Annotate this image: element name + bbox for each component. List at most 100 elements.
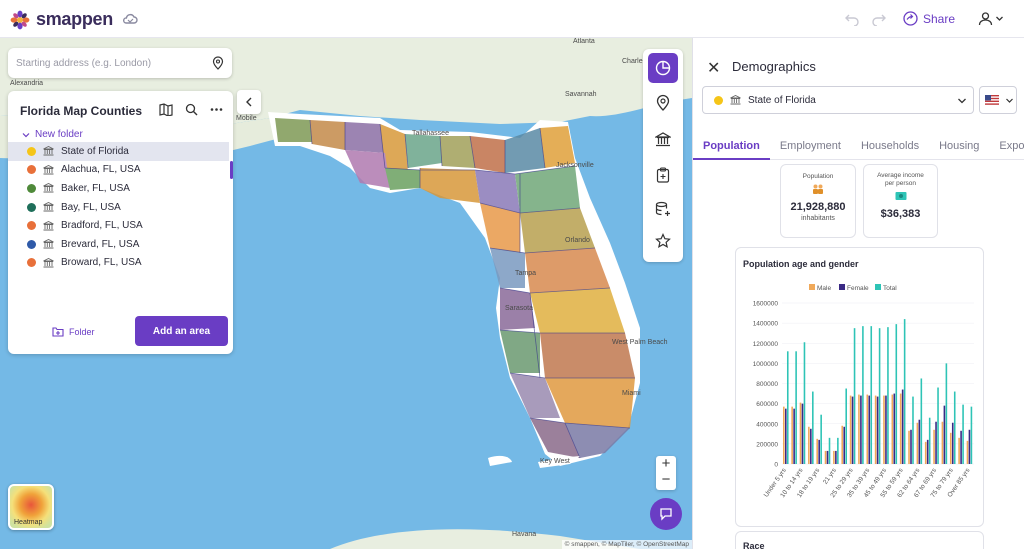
add-area-button[interactable]: Add an area [135,316,228,346]
redo-icon[interactable] [872,12,886,26]
y-tick-label: 400000 [756,421,778,428]
share-icon [903,11,918,26]
us-flag-icon [985,95,999,105]
project-title[interactable]: Florida Map Counties [20,104,142,118]
country-select[interactable] [979,86,1017,114]
report-tool[interactable] [648,160,678,190]
building-icon [43,183,54,193]
favorites-tool[interactable] [648,226,678,256]
y-tick-label: 600000 [756,401,778,408]
area-list-item[interactable]: Bay, FL, USA [8,198,229,217]
zoom-out-button[interactable]: − [656,472,676,488]
area-label: Brevard, FL, USA [61,238,140,250]
bar-total [945,363,948,464]
share-button[interactable]: Share [903,11,955,26]
area-list: State of Florida Alachua, FL, USA Baker, F… [8,142,229,272]
address-search[interactable] [8,48,232,78]
bar-male [949,432,952,464]
undo-icon[interactable] [845,12,859,26]
folder-button-label: Folder [69,326,95,337]
building-icon [43,146,54,156]
tab-export[interactable]: Export [989,138,1024,160]
map-label-sarasota: Sarasota [505,305,534,312]
bar-male [858,394,860,464]
folder-plus-icon [52,327,64,337]
chat-button[interactable] [650,498,682,530]
folder-row[interactable]: New folder [22,129,83,140]
bar-female [968,429,971,464]
area-color-dot[interactable] [27,258,36,268]
map-view[interactable]: Alexandria Atlanta Tallahassee Charlesto… [0,38,692,549]
bar-male [941,421,944,464]
share-label: Share [923,11,956,26]
legend-label: Male [817,285,831,292]
area-color-dot[interactable] [27,239,36,249]
zoom-in-button[interactable]: + [656,456,676,472]
logo-icon [10,10,30,29]
search-icon[interactable] [185,103,198,116]
map-icon[interactable] [159,103,173,116]
location-pin-icon[interactable] [212,56,224,70]
search-input[interactable] [16,57,206,69]
bar-total [803,342,806,464]
area-color-dot[interactable] [27,202,36,212]
map-attribution: © smappen, © MapTiler, © OpenStreetMap [561,540,692,549]
add-folder-button[interactable]: Folder [52,326,95,337]
map-label-tampa: Tampa [515,270,537,277]
bar-male [916,422,919,464]
institutions-tool[interactable] [648,124,678,154]
close-icon[interactable]: ✕ [707,58,720,78]
area-list-item[interactable]: Baker, FL, USA [8,179,229,198]
bar-total [828,437,831,464]
area-color-dot[interactable] [27,146,36,156]
bar-total [786,351,789,464]
bar-female [960,430,962,464]
bar-male [799,402,802,464]
bar-female [851,396,854,464]
tab-employment[interactable]: Employment [770,138,851,160]
bar-total [845,388,847,464]
area-color-dot[interactable] [27,165,36,175]
bar-female [835,450,837,464]
bar-total [920,378,923,464]
bar-male [841,425,844,464]
bar-total [862,326,864,464]
location-tool[interactable] [648,87,678,117]
heatmap-toggle[interactable]: Heatmap [8,484,54,530]
tab-households[interactable]: Households [851,138,929,160]
area-label: Bay, FL, USA [61,201,121,213]
more-options-icon[interactable] [210,103,223,116]
bar-male [908,430,910,464]
folder-label: New folder [35,129,83,140]
bar-total [953,391,956,464]
bar-total [887,327,889,464]
bar-male [899,393,902,464]
collapse-panel-button[interactable] [237,90,261,114]
bar-male [883,395,885,464]
map-label-alexandria: Alexandria [10,80,44,87]
bar-male [924,441,927,464]
race-title: Race [743,541,765,549]
cloud-icon[interactable] [122,11,138,27]
data-import-tool[interactable] [648,194,678,224]
area-color-dot[interactable] [27,221,36,231]
bar-total [853,328,856,464]
area-list-item[interactable]: Brevard, FL, USA [8,235,229,254]
list-scrollbar[interactable] [230,161,233,179]
demographics-tool[interactable] [648,53,678,83]
area-color-dot[interactable] [27,183,36,193]
area-list-item[interactable]: Broward, FL, USA [8,254,229,273]
area-list-item[interactable]: Alachua, FL, USA [8,161,229,180]
user-menu[interactable] [978,11,1004,26]
tab-population[interactable]: Population [693,138,770,160]
area-select[interactable]: State of Florida [702,86,974,114]
building-icon [43,220,54,231]
logo[interactable]: smappen [10,9,113,30]
area-list-item[interactable]: Bradford, FL, USA [8,216,229,235]
tab-housing[interactable]: Housing [929,138,989,160]
chat-icon [660,508,672,521]
bar-total [962,404,964,464]
area-list-item[interactable]: State of Florida [8,142,229,161]
legend-swatch [839,284,845,290]
income-label: Average income per person [877,172,924,187]
